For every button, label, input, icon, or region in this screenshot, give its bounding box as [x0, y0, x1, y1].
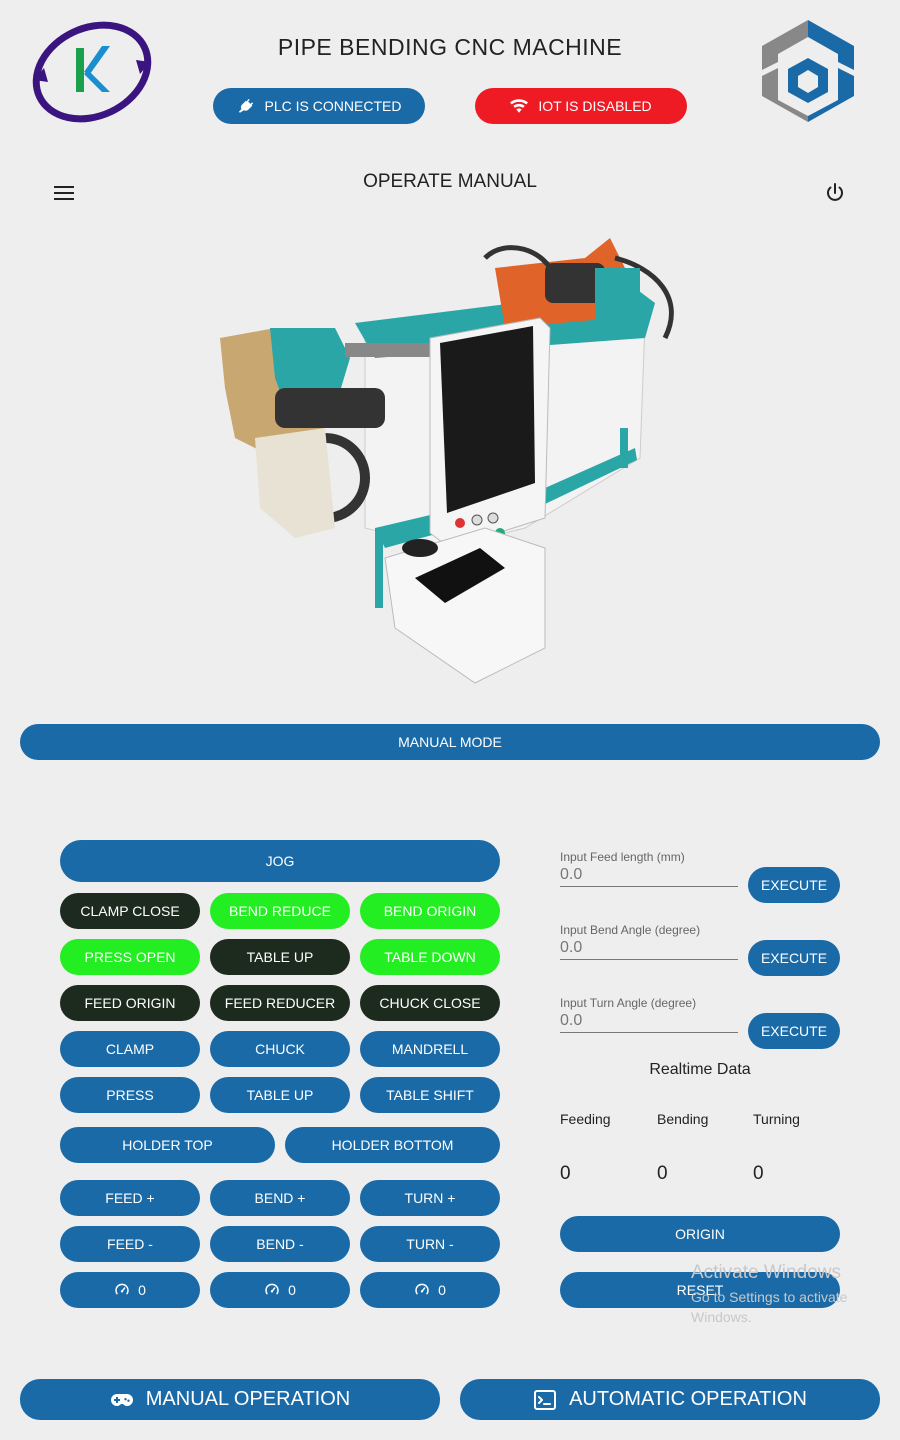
- bend-angle-input[interactable]: [560, 936, 738, 960]
- bend-origin-button[interactable]: BEND ORIGIN: [360, 893, 500, 929]
- table-shift-button[interactable]: TABLE SHIFT: [360, 1077, 500, 1113]
- jog-button[interactable]: JOG: [60, 840, 500, 882]
- feed-minus-button[interactable]: FEED -: [60, 1226, 200, 1262]
- bend-plus-button[interactable]: BEND +: [210, 1180, 350, 1216]
- holder-bottom-button[interactable]: HOLDER BOTTOM: [285, 1127, 500, 1163]
- plug-icon: [238, 98, 253, 113]
- holder-top-button[interactable]: HOLDER TOP: [60, 1127, 275, 1163]
- automatic-operation-label: AUTOMATIC OPERATION: [569, 1388, 807, 1410]
- automatic-operation-button[interactable]: AUTOMATIC OPERATION: [460, 1379, 880, 1420]
- activate-windows-subtitle: Go to Settings to activate Windows.: [691, 1289, 848, 1325]
- page-title: OPERATE MANUAL: [363, 171, 537, 192]
- brand-logo: [762, 20, 854, 122]
- bend-speed-button[interactable]: 0: [210, 1272, 350, 1308]
- feed-speed-value: 0: [138, 1282, 146, 1298]
- feed-plus-button[interactable]: FEED +: [60, 1180, 200, 1216]
- execute-feed-button[interactable]: EXECUTE: [748, 867, 840, 903]
- turn-angle-input[interactable]: [560, 1009, 738, 1033]
- plc-status-badge[interactable]: PLC IS CONNECTED: [213, 88, 425, 124]
- bending-value: 0: [657, 1163, 668, 1184]
- manual-operation-label: MANUAL OPERATION: [145, 1388, 351, 1410]
- feed-reducer-button[interactable]: FEED REDUCER: [210, 985, 350, 1021]
- turning-value: 0: [753, 1163, 764, 1184]
- activate-windows-watermark: Activate Windows: [691, 1262, 841, 1283]
- execute-turn-button[interactable]: EXECUTE: [748, 1013, 840, 1049]
- turn-minus-button[interactable]: TURN -: [360, 1226, 500, 1262]
- bend-reduce-button[interactable]: BEND REDUCE: [210, 893, 350, 929]
- feed-origin-button[interactable]: FEED ORIGIN: [60, 985, 200, 1021]
- app-title: PIPE BENDING CNC MACHINE: [277, 34, 623, 60]
- feeding-label: Feeding: [560, 1111, 611, 1127]
- speedometer-icon: [265, 1283, 279, 1295]
- table-up-toggle-button[interactable]: TABLE UP: [210, 939, 350, 975]
- chuck-close-button[interactable]: CHUCK CLOSE: [360, 985, 500, 1021]
- bend-minus-button[interactable]: BEND -: [210, 1226, 350, 1262]
- realtime-data-title: Realtime Data: [649, 1061, 751, 1078]
- bending-label: Bending: [657, 1111, 709, 1127]
- iot-status-badge[interactable]: IOT IS DISABLED: [475, 88, 687, 124]
- origin-button[interactable]: ORIGIN: [560, 1216, 840, 1252]
- machine-image: [220, 238, 674, 684]
- mandrell-button[interactable]: MANDRELL: [360, 1031, 500, 1067]
- table-down-button[interactable]: TABLE DOWN: [360, 939, 500, 975]
- speedometer-icon: [415, 1283, 429, 1295]
- turn-speed-value: 0: [438, 1282, 446, 1298]
- iot-status-label: IOT IS DISABLED: [538, 98, 652, 114]
- chuck-button[interactable]: CHUCK: [210, 1031, 350, 1067]
- speedometer-icon: [115, 1283, 129, 1295]
- company-logo: [32, 21, 152, 123]
- gamepad-icon: [110, 1393, 133, 1406]
- hamburger-menu-icon[interactable]: [52, 183, 76, 203]
- clamp-close-button[interactable]: CLAMP CLOSE: [60, 893, 200, 929]
- turn-speed-button[interactable]: 0: [360, 1272, 500, 1308]
- press-open-button[interactable]: PRESS OPEN: [60, 939, 200, 975]
- clamp-button[interactable]: CLAMP: [60, 1031, 200, 1067]
- execute-bend-button[interactable]: EXECUTE: [748, 940, 840, 976]
- feed-length-input[interactable]: [560, 863, 738, 887]
- turning-label: Turning: [753, 1111, 800, 1127]
- feed-length-label: Input Feed length (mm): [560, 850, 685, 864]
- plc-status-label: PLC IS CONNECTED: [264, 98, 402, 114]
- terminal-icon: [534, 1389, 557, 1410]
- wifi-icon: [510, 99, 529, 113]
- table-up-button[interactable]: TABLE UP: [210, 1077, 350, 1113]
- feed-speed-button[interactable]: 0: [60, 1272, 200, 1308]
- feeding-value: 0: [560, 1163, 571, 1184]
- manual-operation-button[interactable]: MANUAL OPERATION: [20, 1379, 440, 1420]
- bend-speed-value: 0: [288, 1282, 296, 1298]
- turn-plus-button[interactable]: TURN +: [360, 1180, 500, 1216]
- press-button[interactable]: PRESS: [60, 1077, 200, 1113]
- turn-angle-label: Input Turn Angle (degree): [560, 996, 697, 1010]
- bend-angle-label: Input Bend Angle (degree): [560, 923, 701, 937]
- power-icon[interactable]: [823, 181, 847, 205]
- manual-mode-bar[interactable]: MANUAL MODE: [20, 724, 880, 760]
